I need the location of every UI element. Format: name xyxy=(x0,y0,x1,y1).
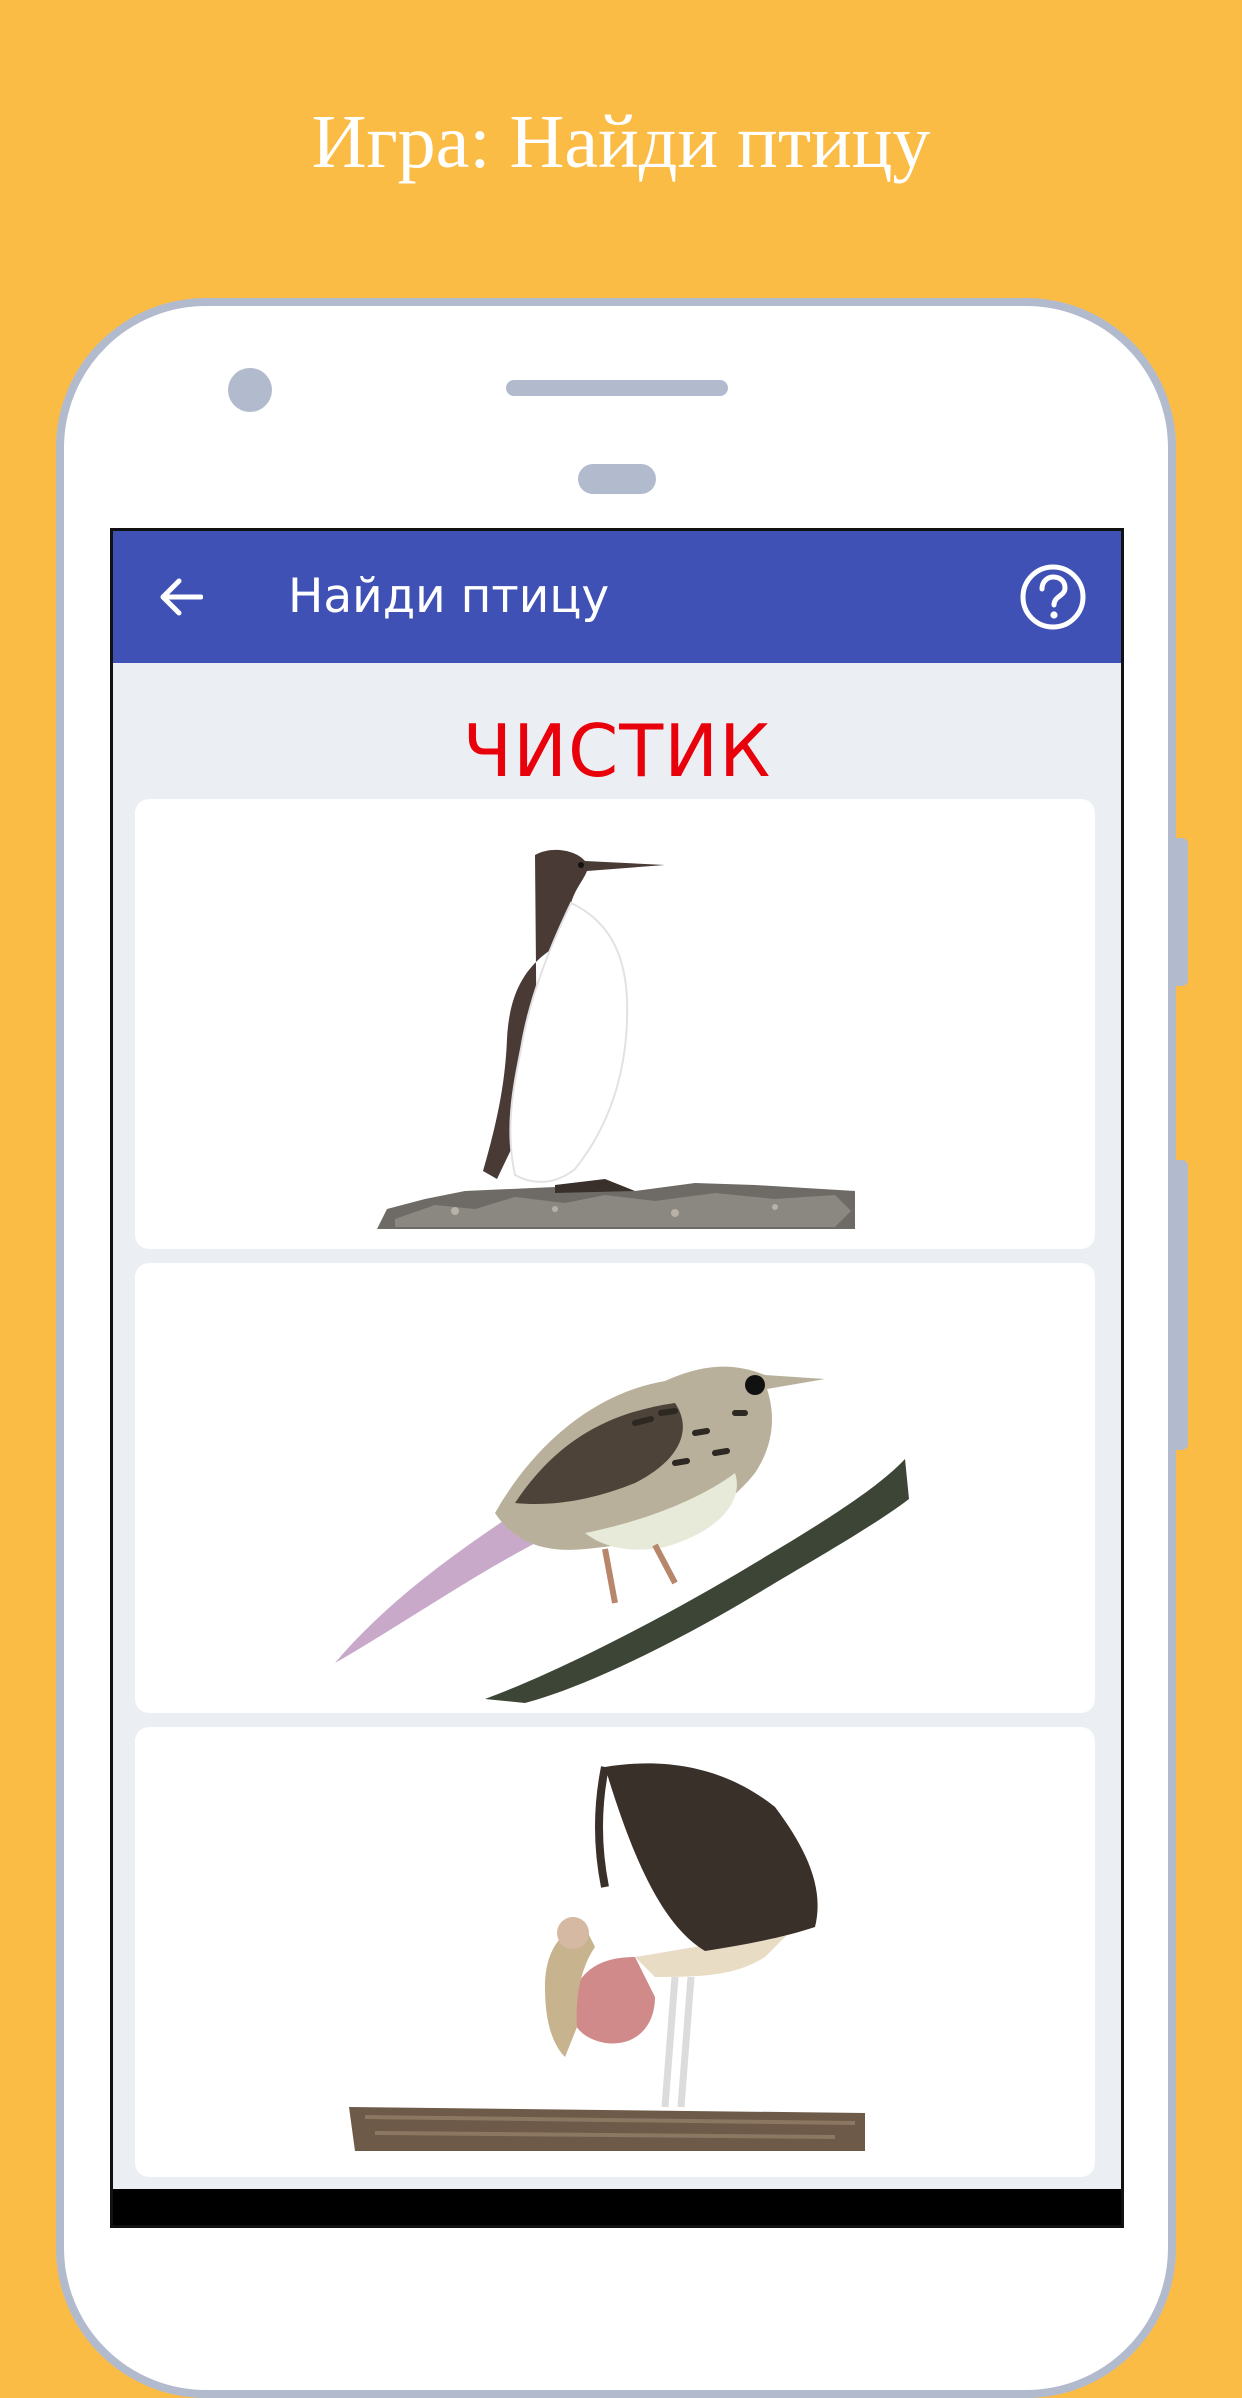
app-bar: Найди птицу xyxy=(113,531,1121,663)
answer-card[interactable] xyxy=(135,799,1095,1249)
answer-card[interactable] xyxy=(135,1263,1095,1713)
answer-card[interactable] xyxy=(135,1727,1095,2177)
pipit-image xyxy=(335,1366,909,1703)
proximity-sensor xyxy=(578,464,656,494)
power-button xyxy=(1174,1160,1188,1450)
arrow-left-icon xyxy=(160,578,203,616)
back-button[interactable] xyxy=(151,567,211,627)
bird-name-prompt: ЧИСТИК xyxy=(462,709,772,793)
promo-title: Игра: Найди птицу xyxy=(311,100,931,184)
app-screen: Найди птицу ЧИСТИК xyxy=(110,528,1124,2228)
help-button[interactable] xyxy=(1019,563,1087,631)
front-camera xyxy=(228,368,272,412)
guillemot-image xyxy=(377,849,855,1229)
help-circle-icon xyxy=(1020,564,1086,630)
system-nav-bar xyxy=(113,2189,1121,2225)
marabou-stork-image xyxy=(349,1763,865,2151)
earpiece-speaker xyxy=(506,380,728,396)
page-title: Найди птицу xyxy=(288,569,610,624)
volume-button xyxy=(1174,838,1188,986)
